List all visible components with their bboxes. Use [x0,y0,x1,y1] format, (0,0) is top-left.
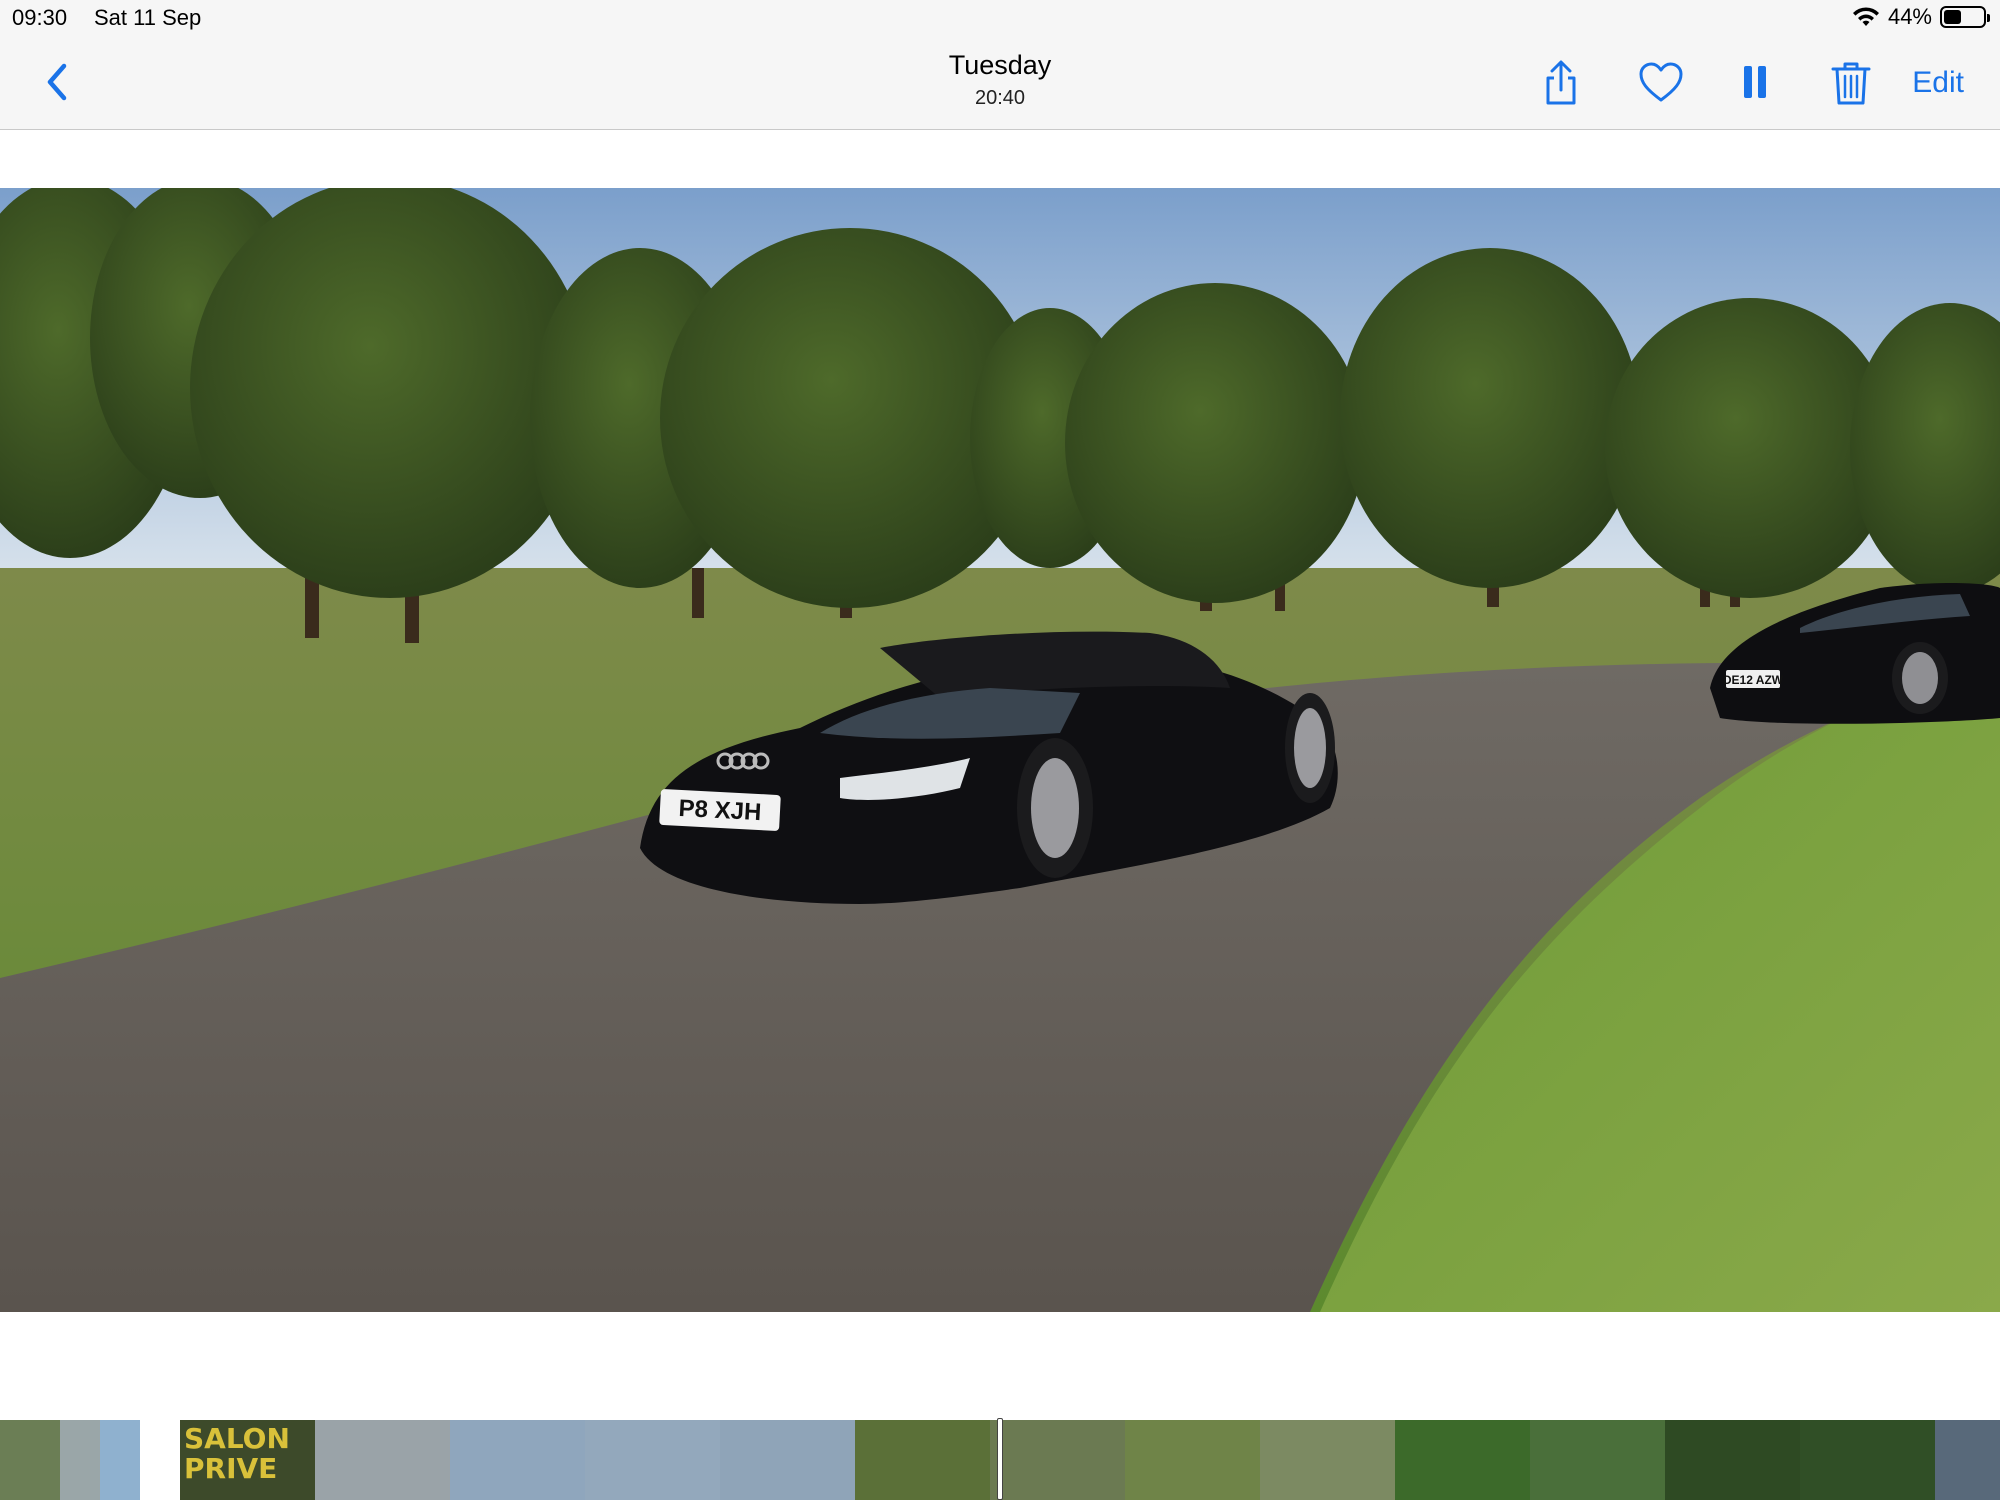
status-indicators: 44% [1852,4,1990,30]
rear-plate: DE12 AZW [1723,673,1784,687]
filmstrip-thumb[interactable] [0,1420,60,1500]
wifi-icon [1852,7,1879,26]
filmstrip-thumb[interactable] [1530,1420,1665,1500]
title-time: 20:40 [974,87,1026,109]
filmstrip-thumb[interactable] [1800,1420,1935,1500]
photos-viewer: 09:30 Sat 11 Sep 44% Tuesday 20:40 Edit … [0,0,2000,1500]
filmstrip-thumb[interactable] [585,1420,720,1500]
front-plate: P8 XJH [678,795,762,826]
filmstrip-thumb[interactable] [720,1420,855,1500]
filmstrip-thumb[interactable] [1125,1420,1260,1500]
filmstrip-thumb[interactable] [315,1420,450,1500]
battery-icon [1940,6,1990,28]
pause-icon [1744,66,1766,98]
filmstrip-thumb[interactable] [1395,1420,1530,1500]
share-icon [1546,60,1576,105]
filmstrip-thumb[interactable]: SALON PRIVE [180,1420,315,1500]
filmstrip-scrubber[interactable] [997,1418,1003,1500]
status-date: Sat 11 Sep [94,5,202,30]
trash-icon [1831,62,1871,105]
favorite-button[interactable] [1638,60,1684,106]
filmstrip-thumb[interactable] [100,1420,140,1500]
share-button[interactable] [1538,60,1584,106]
photo-view[interactable]: P8 XJH DE12 AZW [0,188,2000,1312]
edit-button[interactable]: Edit [1912,66,1964,100]
filmstrip-thumb[interactable] [450,1420,585,1500]
filmstrip-thumb[interactable] [855,1420,990,1500]
filmstrip-thumb[interactable] [1935,1420,2000,1500]
delete-button[interactable] [1828,60,1874,106]
navigation-bar: Tuesday 20:40 Edit [0,36,2000,130]
pause-button[interactable] [1733,60,1779,106]
filmstrip-thumb-text: SALON PRIVE [184,1422,290,1485]
status-bar: 09:30 Sat 11 Sep 44% [0,0,2000,36]
filmstrip-thumb[interactable] [990,1420,1125,1500]
battery-level-fill [1944,10,1961,24]
battery-percent: 44% [1887,4,1932,29]
status-time: 09:30 [12,5,68,30]
filmstrip-thumb[interactable] [1665,1420,1800,1500]
filmstrip-thumb[interactable] [60,1420,100,1500]
title-day: Tuesday [948,50,1052,80]
heart-icon [1639,62,1683,102]
photo-title: Tuesday 20:40 [0,50,2000,110]
photo-image: P8 XJH DE12 AZW [0,188,2000,1312]
filmstrip-thumb[interactable] [1260,1420,1395,1500]
